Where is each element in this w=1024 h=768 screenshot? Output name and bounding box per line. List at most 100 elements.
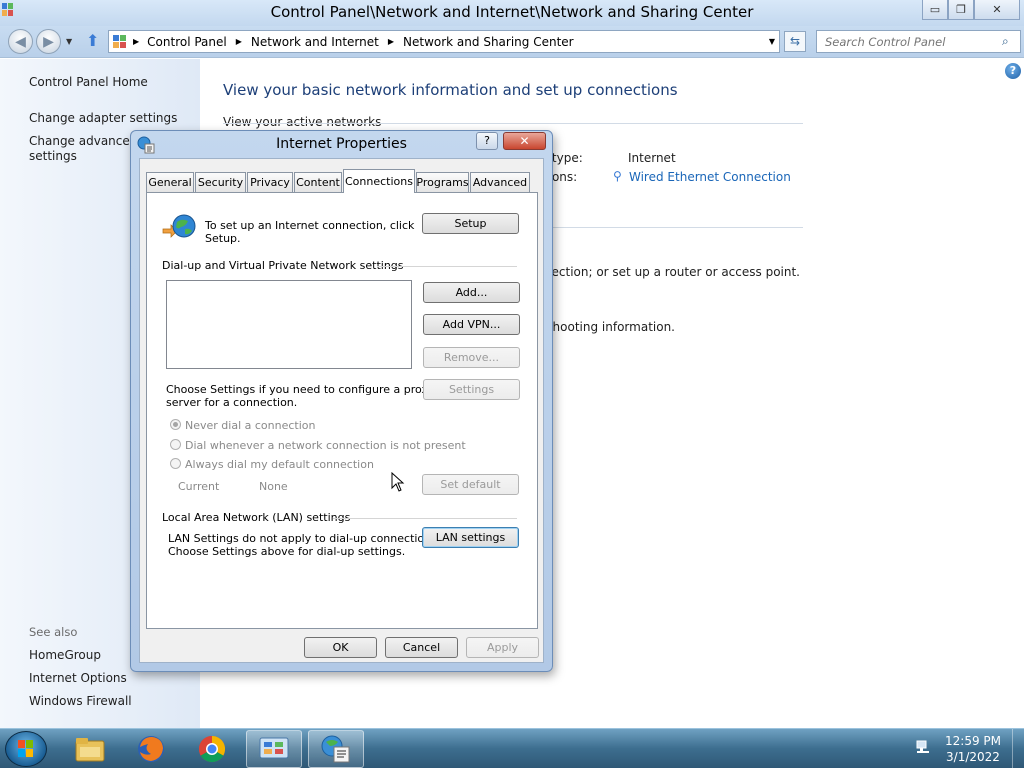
taskbar-internet-properties[interactable] xyxy=(308,730,364,768)
firefox-icon xyxy=(138,736,164,762)
active-networks-heading: View your active networks xyxy=(223,115,382,129)
back-button[interactable]: ◀ xyxy=(8,29,33,54)
separator xyxy=(377,266,517,267)
set-default-button[interactable]: Set default xyxy=(422,474,519,495)
clock-date: 3/1/2022 xyxy=(946,750,1000,764)
close-icon: ✕ xyxy=(519,134,530,148)
see-also-heading: See also xyxy=(29,625,78,639)
page-title: View your basic network information and … xyxy=(223,81,678,99)
control-panel-home-link[interactable]: Control Panel Home xyxy=(29,75,148,89)
connections-listbox[interactable] xyxy=(166,280,412,369)
proxy-settings-text-line2: server for a connection. xyxy=(166,396,298,409)
breadcrumb-network-sharing-center[interactable]: Network and Sharing Center xyxy=(403,35,574,49)
internet-options-icon xyxy=(321,735,350,763)
window-titlebar: Control Panel\Network and Internet\Netwo… xyxy=(0,0,1024,26)
windows-logo-icon xyxy=(18,740,33,757)
cancel-button[interactable]: Cancel xyxy=(385,637,458,658)
folder-icon xyxy=(75,738,105,762)
setup-instruction-line2: Setup. xyxy=(205,232,241,245)
dialup-vpn-heading: Dial-up and Virtual Private Network sett… xyxy=(162,259,404,272)
never-dial-label: Never dial a connection xyxy=(185,419,316,432)
network-icon xyxy=(916,740,929,753)
dial-whenever-label: Dial whenever a network connection is no… xyxy=(185,439,466,452)
wired-ethernet-connection-link[interactable]: Wired Ethernet Connection xyxy=(629,170,791,184)
windows-firewall-link[interactable]: Windows Firewall xyxy=(29,694,132,708)
taskbar-chrome[interactable] xyxy=(184,730,240,768)
globe-connection-icon xyxy=(162,214,196,238)
search-input[interactable] xyxy=(816,30,1021,53)
setup-instruction-line1: To set up an Internet connection, click xyxy=(205,219,415,232)
divider xyxy=(223,123,803,124)
separator xyxy=(333,518,517,519)
current-label: Current xyxy=(178,480,220,493)
breadcrumb-control-panel[interactable]: Control Panel xyxy=(147,35,227,49)
breadcrumb-network-internet[interactable]: Network and Internet xyxy=(251,35,379,49)
lan-settings-text-line1: LAN Settings do not apply to dial-up con… xyxy=(168,532,441,545)
address-bar: ◀ ▶ ▼ ⬆ ▶ Control Panel ▶ Network and In… xyxy=(0,26,1024,58)
breadcrumb-separator-icon[interactable]: ▶ xyxy=(133,37,139,46)
recent-pages-chevron-icon[interactable]: ▼ xyxy=(66,37,72,46)
search-icon[interactable]: ⌕ xyxy=(1002,34,1009,49)
settings-button[interactable]: Settings xyxy=(423,379,520,400)
dialog-body: General Security Privacy Content Connect… xyxy=(139,158,544,663)
internet-properties-dialog: Internet Properties ? ✕ General Security… xyxy=(130,130,553,672)
change-adapter-settings-link[interactable]: Change adapter settings xyxy=(29,111,177,125)
back-arrow-icon: ◀ xyxy=(15,33,26,50)
lan-settings-text-line2: Choose Settings above for dial-up settin… xyxy=(168,545,406,558)
window-title: Control Panel\Network and Internet\Netwo… xyxy=(270,3,754,21)
tab-programs[interactable]: Programs xyxy=(416,172,469,192)
show-desktop-button[interactable] xyxy=(1012,729,1024,768)
forward-button[interactable]: ▶ xyxy=(36,29,61,54)
tab-general[interactable]: General xyxy=(146,172,194,192)
breadcrumb-separator-icon[interactable]: ▶ xyxy=(388,37,394,46)
help-icon: ? xyxy=(484,134,490,147)
remove-button[interactable]: Remove... xyxy=(423,347,520,368)
taskbar-file-explorer[interactable] xyxy=(62,730,118,768)
clock-time: 12:59 PM xyxy=(945,734,1001,748)
add-vpn-button[interactable]: Add VPN... xyxy=(423,314,520,335)
chrome-icon xyxy=(198,735,226,763)
minimize-icon: ▭ xyxy=(929,3,941,16)
breadcrumb[interactable]: ▶ Control Panel ▶ Network and Internet ▶… xyxy=(108,30,780,53)
dialog-help-button[interactable]: ? xyxy=(476,132,498,150)
tab-security[interactable]: Security xyxy=(195,172,246,192)
start-button[interactable] xyxy=(5,731,47,767)
network-tray-icon[interactable] xyxy=(915,739,931,758)
address-dropdown-icon[interactable]: ▼ xyxy=(769,37,775,46)
control-panel-icon xyxy=(113,34,126,48)
help-icon[interactable]: ? xyxy=(1005,63,1021,79)
tab-content[interactable]: Content xyxy=(294,172,342,192)
internet-options-link[interactable]: Internet Options xyxy=(29,671,127,685)
lan-settings-heading: Local Area Network (LAN) settings xyxy=(162,511,351,524)
dial-whenever-radio[interactable] xyxy=(170,439,181,450)
system-clock[interactable]: 12:59 PM 3/1/2022 xyxy=(938,733,1008,765)
homegroup-link[interactable]: HomeGroup xyxy=(29,648,101,662)
always-dial-label: Always dial my default connection xyxy=(185,458,374,471)
setup-button[interactable]: Setup xyxy=(422,213,519,234)
forward-arrow-icon: ▶ xyxy=(43,33,54,50)
minimize-button[interactable]: ▭ xyxy=(922,0,948,20)
maximize-icon: ❐ xyxy=(956,3,966,16)
ok-button[interactable]: OK xyxy=(304,637,377,658)
taskbar-control-panel[interactable] xyxy=(246,730,302,768)
tab-advanced[interactable]: Advanced xyxy=(470,172,530,192)
always-dial-radio[interactable] xyxy=(170,458,181,469)
taskbar-firefox[interactable] xyxy=(123,730,179,768)
maximize-button[interactable]: ❐ xyxy=(948,0,974,20)
tab-privacy[interactable]: Privacy xyxy=(247,172,293,192)
apply-button[interactable]: Apply xyxy=(466,637,539,658)
ethernet-icon: ⚲ xyxy=(613,169,622,183)
connections-tab-panel: To set up an Internet connection, click … xyxy=(146,192,538,629)
change-advanced-sharing-link-line2[interactable]: settings xyxy=(29,149,77,163)
close-button[interactable]: ✕ xyxy=(974,0,1020,20)
close-icon: ✕ xyxy=(992,3,1002,16)
dialog-close-button[interactable]: ✕ xyxy=(503,132,546,150)
lan-settings-button[interactable]: LAN settings xyxy=(422,527,519,548)
add-button[interactable]: Add... xyxy=(423,282,520,303)
up-arrow-icon[interactable]: ⬆ xyxy=(86,31,99,50)
network-control-panel-icon xyxy=(259,737,289,759)
never-dial-radio[interactable] xyxy=(170,419,181,430)
refresh-button[interactable]: ⇆ xyxy=(784,31,806,52)
breadcrumb-separator-icon[interactable]: ▶ xyxy=(236,37,242,46)
tab-connections[interactable]: Connections xyxy=(343,169,415,193)
